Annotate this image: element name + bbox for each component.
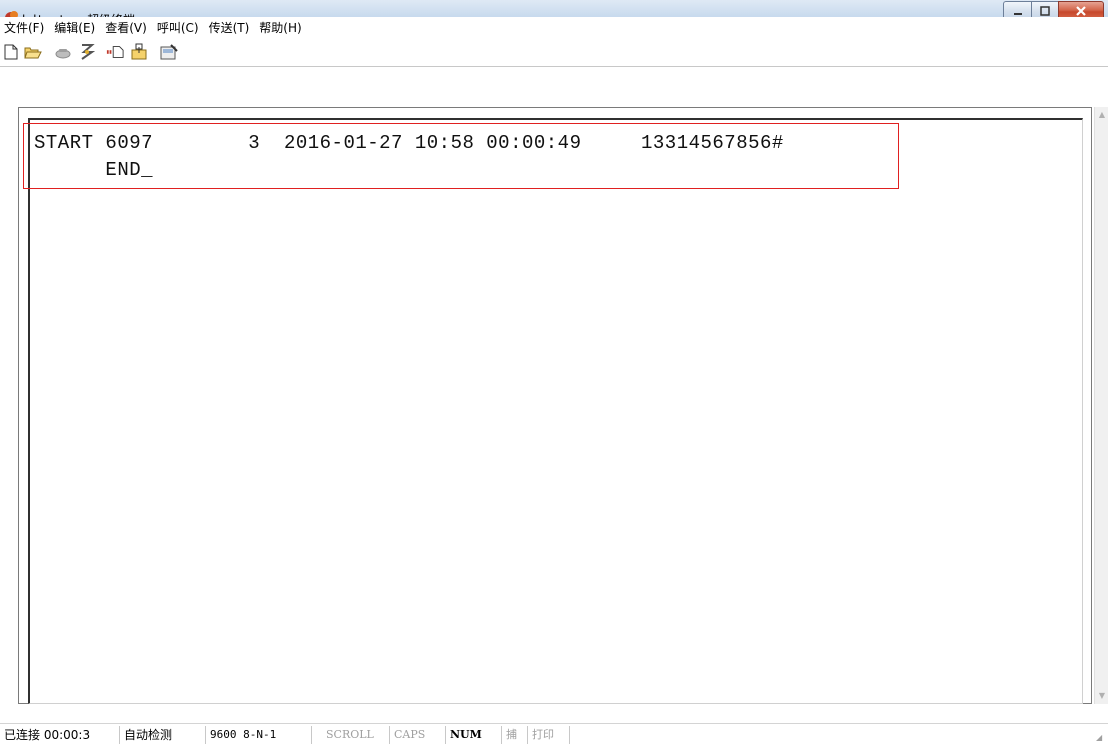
vertical-scrollbar[interactable]: ▲ ▼ <box>1094 107 1108 704</box>
open-icon <box>24 47 42 59</box>
status-scroll: SCROLL <box>312 725 390 744</box>
menu-bar: 文件(F) 编辑(E) 查看(V) 呼叫(C) 传送(T) 帮助(H) <box>0 18 308 38</box>
new-button[interactable] <box>2 43 20 61</box>
status-print: 打印 <box>528 725 570 744</box>
menu-call[interactable]: 呼叫(C) <box>153 18 205 38</box>
status-capture: 捕 <box>502 725 528 744</box>
scroll-up-icon[interactable]: ▲ <box>1097 110 1107 120</box>
menu-help[interactable]: 帮助(H) <box>255 18 307 38</box>
properties-button[interactable] <box>160 43 178 61</box>
maximize-icon <box>1040 6 1050 16</box>
highlight-box <box>23 123 899 189</box>
scroll-down-icon[interactable]: ▼ <box>1097 691 1107 701</box>
status-connected: 已连接 00:00:3 <box>0 725 120 744</box>
send-icon <box>106 46 124 58</box>
open-button[interactable] <box>24 43 42 61</box>
status-settings: 9600 8-N-1 <box>206 725 312 744</box>
terminal-screen[interactable] <box>28 118 1083 704</box>
receive-button[interactable] <box>130 43 148 61</box>
minimize-icon <box>1013 13 1022 15</box>
status-caps: CAPS <box>390 725 446 744</box>
status-detect: 自动检测 <box>120 725 206 744</box>
resize-grip-icon[interactable]: ◢ <box>1096 733 1106 743</box>
new-icon <box>4 44 18 60</box>
toolbar-divider <box>0 66 1108 67</box>
menu-transfer[interactable]: 传送(T) <box>205 18 256 38</box>
menu-file[interactable]: 文件(F) <box>0 18 50 38</box>
toolbar <box>0 39 1108 65</box>
status-num: NUM <box>446 725 502 744</box>
disconnect-button[interactable] <box>78 43 96 61</box>
receive-icon <box>131 43 147 60</box>
menu-edit[interactable]: 编辑(E) <box>50 18 101 38</box>
send-button[interactable] <box>106 43 124 61</box>
call-button[interactable] <box>54 43 72 61</box>
status-bar: 已连接 00:00:3 自动检测 9600 8-N-1 SCROLL CAPS … <box>0 723 1108 745</box>
menu-view[interactable]: 查看(V) <box>101 18 153 38</box>
disconnect-icon <box>81 44 95 60</box>
properties-icon <box>160 44 178 60</box>
close-icon <box>1076 6 1086 16</box>
phone-icon <box>55 49 71 59</box>
